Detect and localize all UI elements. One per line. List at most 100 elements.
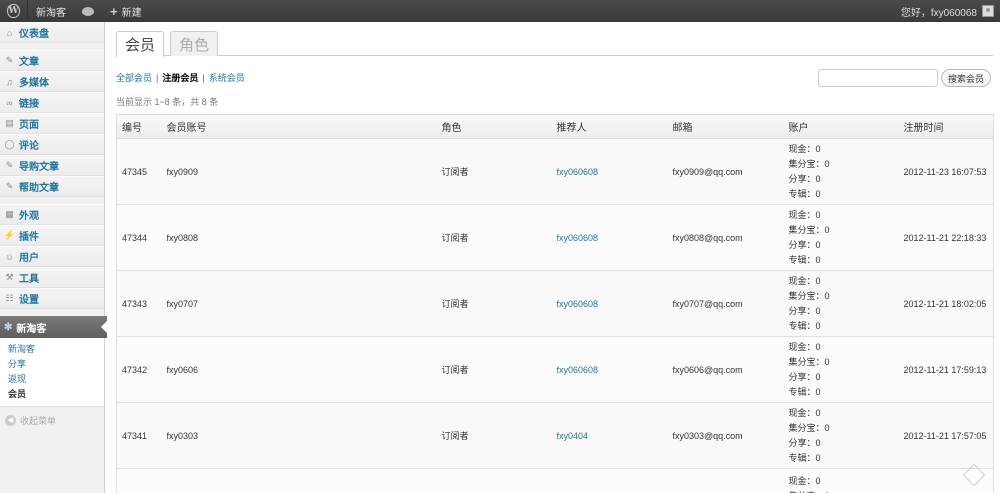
member-balance: 现金：0 集分宝：0 分享：0 专辑：0	[783, 204, 899, 271]
sidebar-item-help-posts[interactable]: ✎ 帮助文章	[0, 176, 104, 197]
member-email	[667, 468, 784, 493]
sidebar-item-appearance[interactable]: ▦ 外观	[0, 204, 104, 225]
sidebar-item-label: 文章	[19, 57, 39, 68]
member-referrer	[551, 468, 668, 493]
account-menu[interactable]: 您好，fxy060068	[901, 4, 1000, 19]
sidebar-item-guide-posts[interactable]: ✎ 导购文章	[0, 155, 104, 176]
balance-value: 0	[815, 476, 821, 486]
sidebar-item-links[interactable]: ∞ 链接	[0, 92, 104, 113]
column-header-registered[interactable]: 注册时间	[898, 114, 994, 139]
links-icon: ∞	[6, 97, 13, 108]
comments-icon: ◯	[4, 139, 15, 149]
balance-value: 0	[824, 290, 830, 301]
referrer-link[interactable]: fxy060608	[557, 365, 599, 375]
sidebar-item-settings[interactable]: ☷ 设置	[0, 288, 104, 309]
sidebar-item-pages[interactable]: ▤ 页面	[0, 113, 104, 134]
balance-label: 集分宝：	[788, 356, 825, 367]
sidebar-item-label: 设置	[19, 295, 39, 306]
referrer-link[interactable]: fxy060608	[557, 167, 599, 177]
member-referrer: fxy060608	[551, 138, 668, 205]
referrer-link[interactable]: fxy0404	[557, 431, 589, 441]
member-role: 订阅者	[436, 402, 552, 469]
member-balance: 现金：0 集分宝：0 分享：0 专辑：0	[783, 138, 899, 205]
sidebar-item-label: 外观	[19, 211, 39, 222]
post-icon: ✎	[5, 160, 14, 170]
collapse-label: 收起菜单	[20, 415, 57, 426]
balance-value: 0	[824, 224, 830, 235]
sidebar-item-label: 页面	[19, 120, 39, 131]
referrer-link[interactable]: fxy060608	[557, 233, 599, 243]
tab-members[interactable]: 会员	[116, 31, 165, 57]
column-header-account[interactable]: 会员账号	[161, 114, 437, 139]
member-email: fxy0909@qq.com	[667, 138, 784, 205]
balance-label: 集分宝：	[788, 290, 825, 301]
table-row: 47342 fxy0606 订阅者 fxy060608 fxy0606@qq.com 现金…	[116, 336, 994, 403]
member-id: 47342	[116, 336, 162, 403]
balance-label: 分享：	[788, 437, 816, 448]
table-row: 47345 fxy0909 订阅者 fxy060608 fxy0909@qq.com 现金…	[116, 138, 994, 205]
balance-label: 专辑：	[788, 188, 816, 199]
balance-label: 分享：	[788, 371, 816, 382]
filter-registered-members[interactable]: 注册会员	[162, 73, 198, 83]
balance-label: 分享：	[788, 173, 816, 184]
balance-value: 0	[815, 407, 821, 418]
sidebar-item-tools[interactable]: ⚒ 工具	[0, 267, 104, 288]
column-header-email[interactable]: 邮箱	[667, 114, 784, 139]
sidebar-item-comments[interactable]: ◯ 评论	[0, 134, 104, 155]
sidebar-item-label: 多媒体	[19, 78, 49, 89]
balance-label: 现金：	[788, 275, 816, 286]
balance-value: 0	[815, 173, 821, 184]
column-header-id[interactable]: 编号	[116, 114, 162, 139]
filter-system-members[interactable]: 系统会员	[209, 73, 245, 83]
member-registered-time: 2012-11-21 18:02:05	[898, 270, 994, 337]
post-icon: ✎	[5, 55, 14, 65]
referrer-link[interactable]: fxy060608	[557, 299, 599, 309]
search-members-button[interactable]: 搜索会员	[940, 69, 991, 87]
balance-album: 专辑：0	[789, 253, 899, 268]
collapse-menu-button[interactable]: ◀ 收起菜单	[0, 410, 104, 430]
new-content-menu[interactable]: + 新建	[102, 0, 150, 22]
comments-bubble-icon[interactable]	[74, 0, 102, 22]
balance-value: 0	[815, 371, 821, 382]
member-referrer: fxy060608	[551, 270, 668, 337]
member-account: fxy0808	[161, 204, 437, 271]
balance-jfb: 集分宝：0	[789, 289, 899, 304]
column-header-role[interactable]: 角色	[436, 114, 552, 139]
member-email: fxy0707@qq.com	[667, 270, 784, 337]
filter-all-members[interactable]: 全部会员	[116, 73, 152, 83]
table-row: 47343 fxy0707 订阅者 fxy060608 fxy0707@qq.com 现金…	[116, 270, 994, 337]
sidebar-item-users[interactable]: ☺ 用户	[0, 246, 104, 267]
sidebar-item-posts[interactable]: ✎ 文章	[0, 50, 104, 71]
site-name-link[interactable]: 新淘客	[28, 0, 74, 22]
balance-label: 现金：	[788, 341, 816, 352]
member-email: fxy0808@qq.com	[667, 204, 784, 271]
submenu-item-cashback[interactable]: 返现	[8, 372, 104, 387]
balance-share: 分享：0	[789, 304, 899, 319]
collapse-arrow-icon: ◀	[5, 414, 16, 426]
wordpress-logo-icon[interactable]: W	[0, 0, 28, 22]
column-header-referrer[interactable]: 推荐人	[551, 114, 668, 139]
submenu-item-members[interactable]: 会员	[8, 387, 104, 402]
balance-value: 0	[815, 254, 821, 265]
post-icon: ✎	[5, 181, 14, 191]
sidebar-item-media[interactable]: ♫ 多媒体	[0, 71, 104, 92]
search-input[interactable]	[817, 69, 938, 87]
balance-label: 专辑：	[788, 386, 816, 397]
balance-value: 0	[824, 158, 830, 169]
balance-cash: 现金：0	[789, 474, 899, 489]
member-referrer: fxy060608	[551, 204, 668, 271]
sidebar-item-label: 插件	[19, 232, 39, 243]
balance-cash: 现金：0	[789, 406, 899, 421]
submenu-item-share[interactable]: 分享	[8, 357, 104, 372]
sidebar-item-xintaoke[interactable]: ✻ 新淘客	[0, 316, 108, 338]
submenu-item-xintaoke[interactable]: 新淘客	[8, 342, 104, 357]
sidebar-item-label: 新淘客	[16, 323, 47, 335]
sidebar-item-dashboard[interactable]: ⌂ 仪表盘	[0, 22, 104, 43]
member-registered-time: 2012-11-21 17:59:13	[898, 336, 994, 403]
sidebar-item-plugins[interactable]: ⚡ 插件	[0, 225, 104, 246]
tab-roles[interactable]: 角色	[170, 31, 219, 56]
balance-value: 0	[815, 320, 821, 331]
column-header-balance[interactable]: 账户	[783, 114, 899, 139]
balance-share: 分享：0	[789, 436, 899, 451]
member-registered-time: 2012-11-21 17:57:05	[898, 402, 994, 469]
